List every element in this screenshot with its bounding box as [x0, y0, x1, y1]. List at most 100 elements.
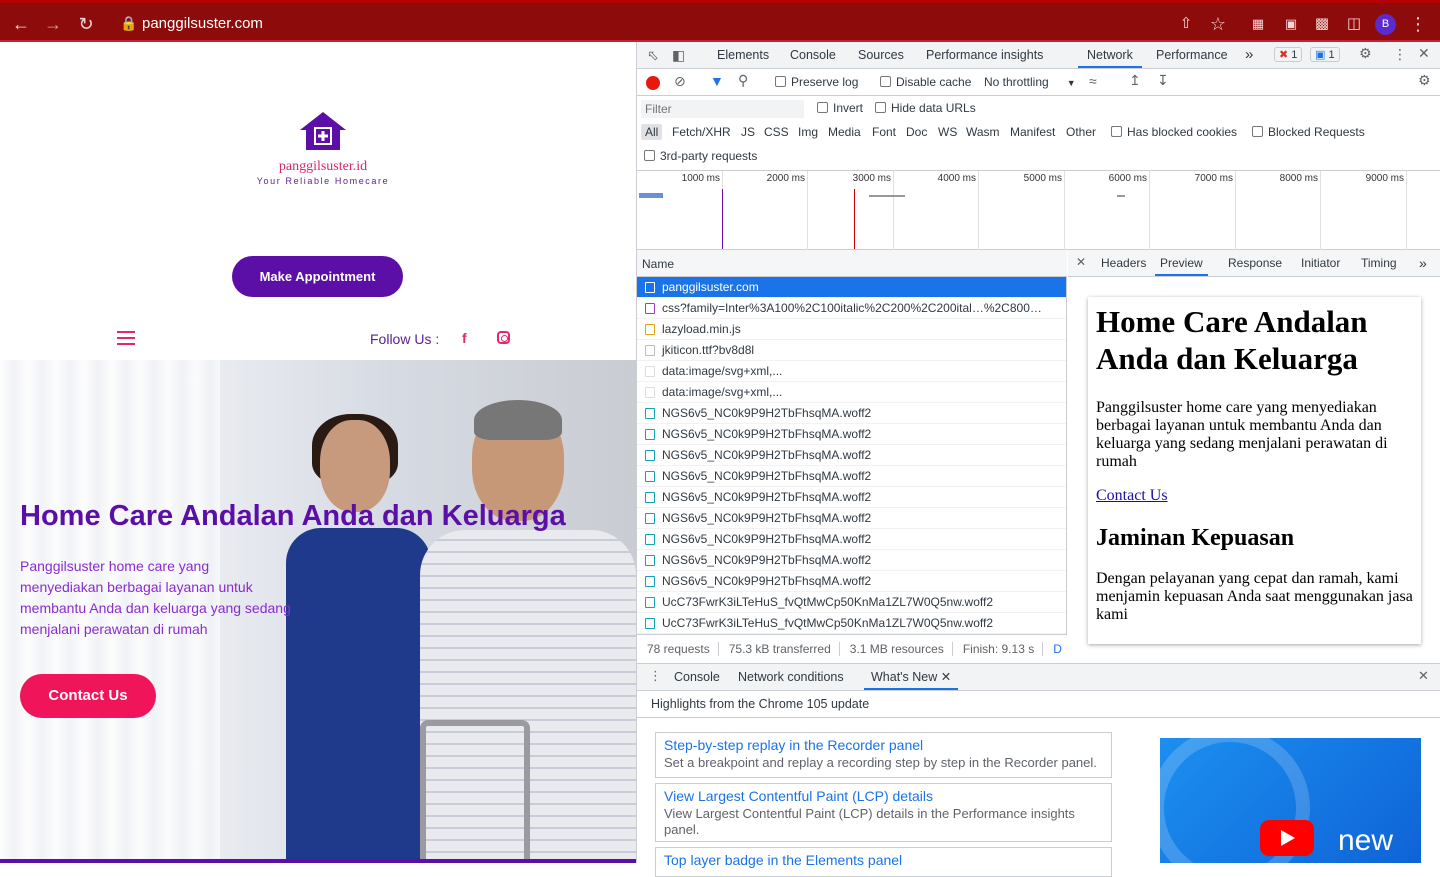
table-row[interactable]: NGS6v5_NC0k9P9H2TbFhsqMA.woff2 [637, 550, 1066, 571]
filter-funnel-icon[interactable]: ▼ [710, 73, 724, 89]
card-title[interactable]: Step-by-step replay in the Recorder pane… [664, 737, 1103, 753]
drawer-menu-icon[interactable]: ⋮ [649, 668, 662, 684]
table-row[interactable]: NGS6v5_NC0k9P9H2TbFhsqMA.woff2 [637, 508, 1066, 529]
filter-type-media[interactable]: Media [828, 125, 861, 139]
table-row[interactable]: NGS6v5_NC0k9P9H2TbFhsqMA.woff2 [637, 424, 1066, 445]
filter-type-manifest[interactable]: Manifest [1010, 125, 1055, 139]
settings-gear-icon[interactable]: ⚙ [1359, 45, 1372, 62]
close-drawer-icon[interactable]: ✕ [1418, 668, 1429, 684]
make-appointment-button[interactable]: Make Appointment [232, 256, 403, 297]
drawer-tab-console[interactable]: Console [674, 664, 720, 690]
extension-code-icon[interactable]: ▦ [1245, 11, 1271, 37]
facebook-icon[interactable]: f [462, 330, 467, 346]
tab-timing[interactable]: Timing [1361, 250, 1397, 276]
table-row[interactable]: NGS6v5_NC0k9P9H2TbFhsqMA.woff2 [637, 571, 1066, 592]
device-toolbar-icon[interactable]: ◧ [672, 47, 685, 64]
filter-type-all[interactable]: All [641, 124, 663, 140]
puzzle-extensions-icon[interactable]: ▩ [1309, 11, 1335, 37]
forward-arrow-icon[interactable]: → [40, 11, 66, 37]
disable-cache-checkbox[interactable]: Disable cache [880, 75, 971, 89]
card-title[interactable]: Top layer badge in the Elements panel [664, 852, 1103, 868]
table-row[interactable]: NGS6v5_NC0k9P9H2TbFhsqMA.woff2 [637, 445, 1066, 466]
share-icon[interactable]: ⇧ [1173, 11, 1199, 37]
table-row[interactable]: panggilsuster.com [637, 277, 1066, 298]
drawer-tab-network-conditions[interactable]: Network conditions [738, 664, 844, 690]
filter-type-ws[interactable]: WS [938, 125, 957, 139]
invert-checkbox[interactable]: Invert [817, 101, 863, 115]
filter-type-js[interactable]: JS [741, 125, 755, 139]
devtools-kebab-icon[interactable]: ⋮ [1393, 46, 1407, 63]
table-row[interactable]: jkiticon.ttf?bv8d8l [637, 340, 1066, 361]
table-row[interactable]: NGS6v5_NC0k9P9H2TbFhsqMA.woff2 [637, 529, 1066, 550]
bookmark-star-icon[interactable]: ☆ [1205, 11, 1231, 37]
table-row[interactable]: NGS6v5_NC0k9P9H2TbFhsqMA.woff2 [637, 403, 1066, 424]
profile-avatar[interactable]: B [1375, 14, 1396, 35]
more-tabs-chevron-icon[interactable]: » [1245, 42, 1253, 68]
youtube-play-icon[interactable] [1260, 820, 1314, 856]
wifi-settings-icon[interactable]: ≈ [1089, 73, 1097, 89]
export-har-icon[interactable]: ↧ [1157, 72, 1169, 89]
close-detail-icon[interactable]: ✕ [1076, 255, 1086, 269]
drawer-tab-whats-new[interactable]: What's New ✕ [864, 664, 959, 690]
third-party-checkbox[interactable]: 3rd-party requests [644, 149, 757, 163]
search-icon[interactable]: ⚲ [738, 72, 748, 89]
tab-sources[interactable]: Sources [858, 42, 904, 68]
close-tab-icon[interactable]: ✕ [941, 670, 951, 684]
tab-elements[interactable]: Elements [717, 42, 769, 68]
whats-new-card[interactable]: Top layer badge in the Elements panel [655, 847, 1112, 877]
tab-performance[interactable]: Performance [1156, 42, 1228, 68]
back-arrow-icon[interactable]: ← [8, 11, 34, 37]
filter-type-css[interactable]: CSS [764, 125, 789, 139]
site-logo[interactable]: panggilsuster.id Your Reliable Homecare [253, 110, 393, 186]
table-row[interactable]: NGS6v5_NC0k9P9H2TbFhsqMA.woff2 [637, 487, 1066, 508]
contact-us-button[interactable]: Contact Us [20, 674, 156, 718]
close-devtools-icon[interactable]: ✕ [1418, 45, 1430, 62]
table-row[interactable]: UcC73FwrK3iLTeHuS_fvQtMwCp50KnMa1ZL7W0Q5… [637, 613, 1066, 634]
address-bar[interactable]: 🔒 panggilsuster.com [112, 10, 1212, 38]
hamburger-menu-icon[interactable] [117, 331, 135, 345]
preview-contact-link[interactable]: Contact Us [1096, 487, 1413, 505]
table-row[interactable]: data:image/svg+xml,... [637, 382, 1066, 403]
tab-preview[interactable]: Preview [1155, 250, 1208, 276]
tab-performance-insights[interactable]: Performance insights [926, 42, 1043, 68]
filter-type-doc[interactable]: Doc [906, 125, 927, 139]
tab-console[interactable]: Console [790, 42, 836, 68]
network-overview-timeline[interactable]: 1000 ms 2000 ms 3000 ms 4000 ms 5000 ms … [637, 171, 1440, 250]
record-icon[interactable] [646, 76, 660, 90]
kebab-menu-icon[interactable]: ⋮ [1405, 11, 1431, 37]
name-column-header[interactable]: Name [642, 257, 674, 271]
has-blocked-cookies-checkbox[interactable]: Has blocked cookies [1111, 125, 1237, 139]
clear-icon[interactable]: ⊘ [674, 73, 686, 90]
throttling-select[interactable]: No throttling ▼ [984, 75, 1076, 89]
filter-type-font[interactable]: Font [872, 125, 896, 139]
card-title[interactable]: View Largest Contentful Paint (LCP) deta… [664, 788, 1103, 804]
tab-response[interactable]: Response [1228, 250, 1282, 276]
message-badge[interactable]: ▣ 1 [1310, 47, 1340, 62]
error-badge[interactable]: ✖ 1 [1274, 47, 1303, 62]
blocked-requests-checkbox[interactable]: Blocked Requests [1252, 125, 1365, 139]
inspect-element-icon[interactable]: ⬁ [647, 47, 659, 64]
side-panel-icon[interactable]: ◫ [1341, 11, 1367, 37]
filter-type-other[interactable]: Other [1066, 125, 1096, 139]
preserve-log-checkbox[interactable]: Preserve log [775, 75, 858, 89]
filter-type-img[interactable]: Img [798, 125, 818, 139]
table-row[interactable]: css?family=Inter%3A100%2C100italic%2C200… [637, 298, 1066, 319]
tab-headers[interactable]: Headers [1101, 250, 1146, 276]
whats-new-video-thumbnail[interactable]: new [1160, 738, 1421, 863]
reload-icon[interactable]: ↻ [73, 11, 99, 37]
instagram-icon[interactable] [497, 331, 510, 344]
table-row[interactable]: UcC73FwrK3iLTeHuS_fvQtMwCp50KnMa1ZL7W0Q5… [637, 592, 1066, 613]
import-har-icon[interactable]: ↥ [1129, 72, 1141, 89]
hide-data-urls-checkbox[interactable]: Hide data URLs [875, 101, 976, 115]
tab-network[interactable]: Network [1078, 42, 1142, 68]
extension-translate-icon[interactable]: ▣ [1278, 11, 1304, 37]
table-row[interactable]: lazyload.min.js [637, 319, 1066, 340]
filter-type-fetch-xhr[interactable]: Fetch/XHR [672, 125, 731, 139]
more-detail-tabs-icon[interactable]: » [1419, 250, 1427, 276]
filter-input[interactable] [641, 100, 804, 118]
table-row[interactable]: data:image/svg+xml,... [637, 361, 1066, 382]
whats-new-card[interactable]: Step-by-step replay in the Recorder pane… [655, 732, 1112, 778]
filter-type-wasm[interactable]: Wasm [966, 125, 1000, 139]
tab-initiator[interactable]: Initiator [1301, 250, 1340, 276]
table-row[interactable]: NGS6v5_NC0k9P9H2TbFhsqMA.woff2 [637, 466, 1066, 487]
